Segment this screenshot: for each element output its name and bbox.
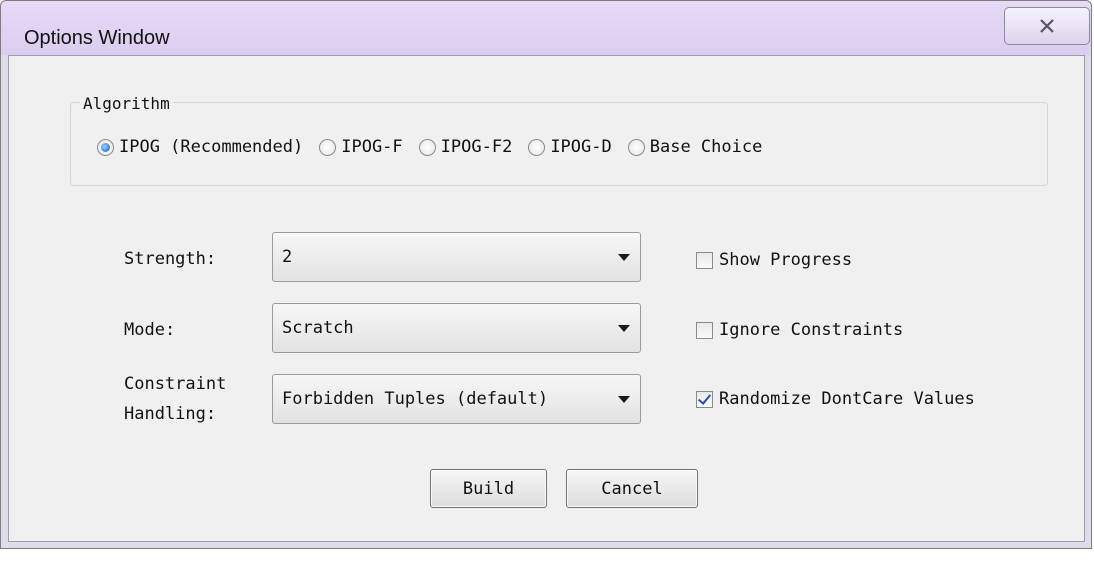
algorithm-group-legend: Algorithm: [80, 94, 173, 113]
chevron-down-icon[interactable]: [618, 254, 630, 261]
checkbox-box[interactable]: [696, 251, 713, 269]
radio-option-ipog-d[interactable]: IPOG-D: [528, 137, 612, 157]
randomize-dontcare-checkbox[interactable]: Randomize DontCare Values: [696, 389, 975, 409]
checkbox-label: Ignore Constraints: [719, 320, 904, 340]
build-button-label: Build: [462, 478, 515, 499]
dialog-body: Algorithm IPOG (Recommended) IPOG-F IPOG…: [8, 55, 1085, 542]
radio-button[interactable]: [319, 138, 337, 156]
title-bar[interactable]: Options Window: [1, 1, 1091, 55]
radio-label: IPOG (Recommended): [119, 137, 304, 157]
mode-label: Mode:: [124, 320, 176, 340]
constraint-handling-label-line2: Handling:: [124, 404, 217, 424]
radio-option-ipog-f[interactable]: IPOG-F: [319, 137, 403, 157]
radio-button[interactable]: [418, 138, 436, 156]
radio-option-base-choice[interactable]: Base Choice: [627, 137, 763, 157]
build-button[interactable]: Build: [430, 469, 547, 508]
algorithm-radio-group: IPOG (Recommended) IPOG-F IPOG-F2 IPOG-D…: [97, 137, 778, 157]
constraint-handling-label-line1: Constraint: [124, 374, 227, 394]
checkbox-box[interactable]: [696, 321, 713, 339]
radio-label: IPOG-F: [341, 137, 403, 157]
constraint-handling-value: Forbidden Tuples (default): [282, 389, 549, 409]
mode-dropdown[interactable]: Scratch: [272, 303, 641, 353]
constraint-handling-dropdown[interactable]: Forbidden Tuples (default): [272, 374, 641, 424]
chevron-down-icon[interactable]: [618, 325, 630, 332]
radio-button[interactable]: [528, 138, 546, 156]
radio-button[interactable]: [627, 138, 645, 156]
show-progress-checkbox[interactable]: Show Progress: [696, 250, 852, 270]
strength-label: Strength:: [124, 249, 217, 269]
radio-label: Base Choice: [649, 137, 763, 157]
cancel-button[interactable]: Cancel: [566, 469, 698, 508]
strength-value: 2: [282, 247, 293, 267]
window-title: Options Window: [24, 27, 170, 49]
radio-option-ipog[interactable]: IPOG (Recommended): [97, 137, 303, 157]
checkbox-label: Randomize DontCare Values: [719, 389, 975, 409]
mode-value: Scratch: [282, 318, 354, 338]
options-window: Options Window Algorithm IPOG (Recommend…: [0, 0, 1092, 549]
checkbox-box-checked[interactable]: [696, 390, 713, 408]
radio-label: IPOG-F2: [440, 137, 513, 157]
radio-label: IPOG-D: [550, 137, 612, 157]
chevron-down-icon[interactable]: [618, 396, 630, 403]
radio-button-checked[interactable]: [97, 138, 114, 156]
ignore-constraints-checkbox[interactable]: Ignore Constraints: [696, 320, 903, 340]
algorithm-group: Algorithm IPOG (Recommended) IPOG-F IPOG…: [70, 94, 1048, 186]
checkbox-label: Show Progress: [719, 250, 853, 270]
cancel-button-label: Cancel: [601, 478, 663, 499]
close-icon: [1039, 19, 1055, 33]
close-button[interactable]: [1004, 7, 1090, 45]
radio-option-ipog-f2[interactable]: IPOG-F2: [418, 137, 513, 157]
strength-dropdown[interactable]: 2: [272, 232, 641, 282]
